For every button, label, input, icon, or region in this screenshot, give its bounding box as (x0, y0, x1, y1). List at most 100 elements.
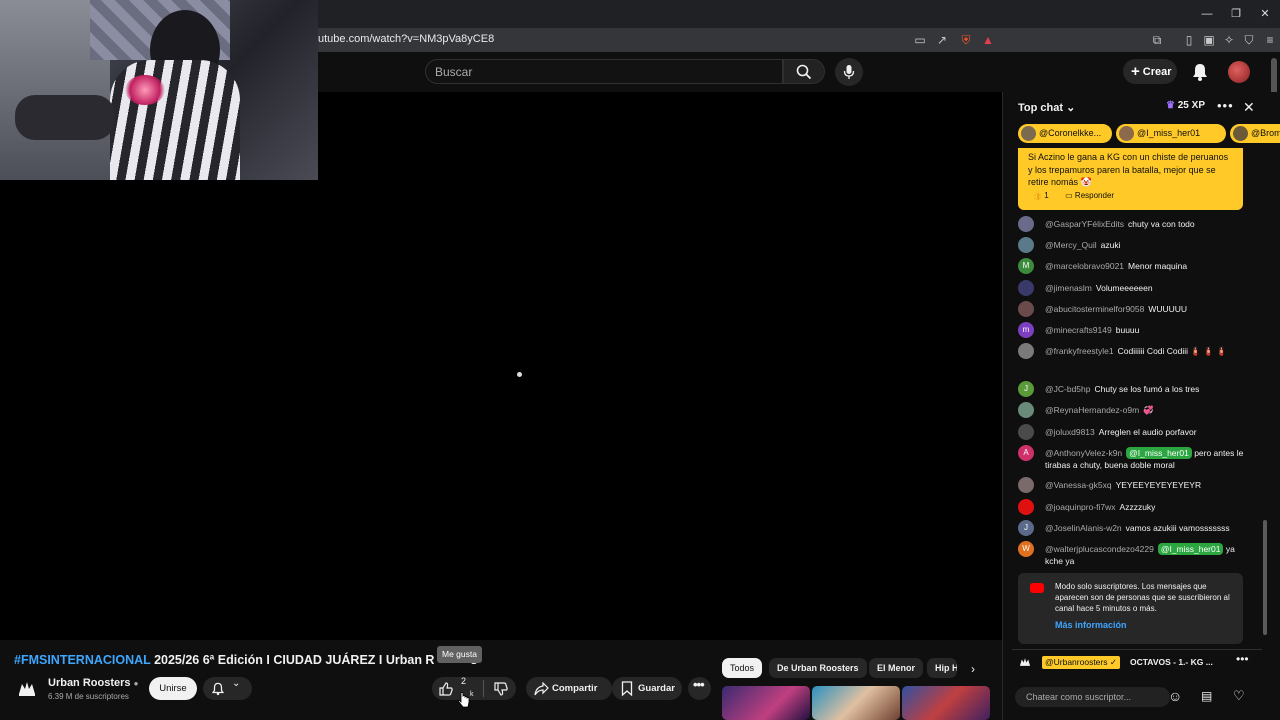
chip-el-menor[interactable]: El Menor (869, 658, 924, 678)
chat-message-body: @AnthonyVelez-k9n @I_miss_her01 pero ante… (1045, 447, 1250, 471)
chat-mention[interactable]: @I_miss_her01 (1126, 447, 1192, 459)
chat-more-icon[interactable]: ••• (1217, 98, 1234, 113)
chat-avatar[interactable] (1018, 301, 1034, 317)
chat-text: chuty va con todo (1128, 219, 1195, 229)
banner-more-icon[interactable]: ••• (1236, 652, 1249, 666)
chat-username[interactable]: @joaquinpro-fi7wx (1045, 502, 1116, 512)
search-placeholder: Buscar (435, 65, 473, 79)
chat-avatar[interactable] (1018, 477, 1034, 493)
search-input[interactable] (425, 59, 783, 84)
hashtag-link[interactable]: #FMSINTERNACIONAL (14, 653, 151, 667)
vpn-icon[interactable]: ⛉ (1240, 31, 1258, 49)
brave-rewards-icon[interactable]: ▲ (979, 31, 997, 49)
like-thumb-icon[interactable] (438, 681, 454, 697)
chevron-down-icon: ⌄ (232, 678, 241, 689)
related-video-thumbnail[interactable] (902, 686, 990, 720)
loading-spinner (517, 372, 522, 377)
chat-input[interactable]: Chatear como suscriptor... (1015, 687, 1170, 707)
chat-message-body: @frankyfreestyle1 Codiiiiii Codi Codiii 🧯… (1045, 345, 1250, 357)
share-button[interactable]: Compartir (526, 677, 612, 700)
chat-username[interactable]: @JoselinAlanis-w2n (1045, 523, 1122, 533)
chat-avatar[interactable] (1018, 343, 1034, 359)
chip-todos[interactable]: Todos (722, 658, 763, 678)
super-chat-ticker[interactable]: @Coronelkke... (1018, 124, 1112, 143)
create-button[interactable]: + Crear (1123, 59, 1177, 84)
chip-de-urban-roosters[interactable]: De Urban Roosters (769, 658, 867, 678)
chat-avatar[interactable] (1018, 424, 1034, 440)
chat-avatar[interactable] (1018, 237, 1034, 253)
super-chat-ticker[interactable]: @Broma (1230, 124, 1280, 143)
chat-username[interactable]: @marcelobravo9021 (1045, 261, 1124, 271)
save-button[interactable]: Guardar (612, 677, 682, 700)
user-avatar[interactable] (1228, 61, 1250, 83)
chat-username[interactable]: @minecrafts9149 (1045, 325, 1112, 335)
cast-icon[interactable]: ▭ (911, 31, 929, 49)
join-button[interactable]: Unirse (149, 677, 197, 700)
chat-scrollbar[interactable] (1263, 520, 1267, 635)
subscription-bell-button[interactable]: ⌄ (203, 677, 252, 700)
dislike-thumb-icon[interactable] (493, 681, 509, 697)
chat-avatar[interactable]: J (1018, 381, 1034, 397)
wallet-icon[interactable]: ▣ (1200, 31, 1218, 49)
chat-username[interactable]: @Mercy_Quil (1045, 240, 1097, 250)
menu-icon[interactable]: ≡ (1261, 31, 1279, 49)
chat-username[interactable]: @GasparYFélixEdits (1045, 219, 1124, 229)
bookmark-page-icon[interactable]: ⧉ (1148, 31, 1166, 49)
share-page-icon[interactable]: ↗ (933, 31, 951, 49)
close-chat-icon[interactable]: ✕ (1243, 99, 1255, 116)
chip-hip-hop[interactable]: Hip H (927, 658, 957, 678)
chat-avatar[interactable] (1018, 216, 1034, 232)
related-video-thumbnail[interactable] (722, 686, 810, 720)
notifications-bell-icon[interactable] (1190, 62, 1210, 82)
chat-username[interactable]: @walterjplucascondezo4229 (1045, 544, 1154, 554)
chevron-right-icon[interactable]: › (965, 662, 981, 678)
chat-username[interactable]: @abucitosterminelfor9058 (1045, 304, 1144, 314)
chat-username[interactable]: @ReynaHernandez-o9m (1045, 405, 1139, 415)
share-label: Compartir (552, 683, 598, 694)
reply-icon[interactable]: ▭ (1065, 191, 1073, 200)
super-chat-icon[interactable]: ▤ (1201, 689, 1212, 703)
chat-avatar[interactable] (1018, 280, 1034, 296)
heart-icon[interactable]: ♡ (1233, 688, 1245, 704)
chat-avatar[interactable]: A (1018, 445, 1034, 461)
chat-avatar[interactable]: J (1018, 520, 1034, 536)
chat-username[interactable]: @frankyfreestyle1 (1045, 346, 1114, 356)
chat-username[interactable]: @joluxd9813 (1045, 427, 1095, 437)
chat-avatar[interactable]: W (1018, 541, 1034, 557)
like-count: 2 (461, 676, 467, 686)
chat-mention[interactable]: @I_miss_her01 (1157, 543, 1224, 555)
voice-search-button[interactable] (835, 58, 863, 86)
chat-mode-selector[interactable]: Top chat ⌄ (1018, 101, 1075, 114)
maximize-window-icon[interactable]: ❐ (1228, 6, 1244, 22)
channel-logo-icon[interactable] (16, 677, 38, 699)
xp-badge[interactable]: ♛ 25 XP (1166, 100, 1205, 111)
emoji-icon[interactable]: ☺ (1168, 688, 1182, 704)
microphone-icon (843, 65, 855, 79)
chat-username[interactable]: @jimenaslm (1045, 283, 1092, 293)
chat-username[interactable]: @JC-bd5hp (1045, 384, 1090, 394)
chat-username[interactable]: @Vanessa-gk5xq (1045, 480, 1112, 490)
search-button[interactable] (783, 59, 825, 84)
related-video-thumbnail[interactable] (812, 686, 900, 720)
brave-shield-icon[interactable]: ⛨ (957, 31, 975, 49)
super-chat-ticker[interactable]: @I_miss_her01 (1116, 124, 1226, 143)
like-thumb-icon[interactable]: 👍 (1032, 191, 1042, 200)
chat-avatar[interactable] (1018, 402, 1034, 418)
chat-username[interactable]: @AnthonyVelez-k9n (1045, 448, 1122, 458)
minimize-window-icon[interactable]: — (1199, 6, 1215, 22)
url-text[interactable]: utube.com/watch?v=NM3pVa8yCE8 (318, 33, 494, 45)
leo-ai-icon[interactable]: ✧ (1220, 31, 1238, 49)
close-window-icon[interactable]: ✕ (1257, 6, 1273, 22)
chat-avatar[interactable]: m (1018, 322, 1034, 338)
chat-avatar[interactable] (1018, 499, 1034, 515)
chat-text: Menor maquina (1128, 261, 1188, 271)
more-actions-button[interactable]: ••• (688, 677, 711, 700)
channel-name[interactable]: Urban Roosters ● (48, 677, 138, 689)
chat-avatar[interactable]: M (1018, 258, 1034, 274)
create-label: Crear (1142, 66, 1172, 78)
more-info-link[interactable]: Más información (1055, 620, 1127, 630)
chat-text: buuuu (1115, 325, 1140, 335)
reply-button[interactable]: Responder (1075, 191, 1114, 200)
sidebar-icon[interactable]: ▯ (1180, 31, 1198, 49)
channel-message: OCTAVOS - 1.- KG ... (1130, 657, 1213, 667)
